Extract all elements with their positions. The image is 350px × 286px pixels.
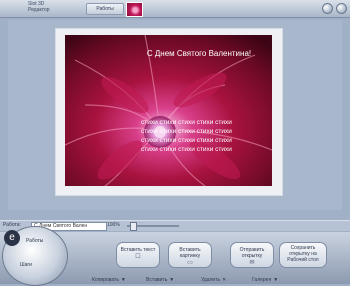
poem-line: стихи стихи стихи стихи стихи — [141, 137, 232, 144]
copy-menu[interactable]: Копировать ▼ — [92, 276, 126, 284]
top-bar: Slot 3D Редактор Работы — [0, 0, 350, 18]
save-to-desktop-button[interactable]: Сохранить открытку на Рабочий стол — [279, 242, 327, 268]
poem-line: стихи стихи стихи стихи стихи — [141, 128, 232, 135]
send-card-button[interactable]: Отправить открытку ✉ — [230, 242, 274, 268]
work-label: Работа: — [3, 222, 21, 228]
save-to-desktop-label: Сохранить открытку на Рабочий стол — [287, 245, 319, 263]
chevron-down-icon: ▼ — [169, 277, 175, 283]
paste-menu[interactable]: Вставить ▼ — [146, 276, 174, 284]
copy-menu-label: Копировать — [92, 277, 119, 283]
app-subtitle: Редактор — [28, 7, 50, 13]
image-icon: ▭ — [187, 260, 193, 266]
app-logo-icon[interactable]: e — [4, 230, 20, 246]
poem-line: стихи стихи стихи стихи стихи — [141, 146, 232, 153]
status-bar: Работа: С Днем Святого Вален 100% — [0, 220, 350, 231]
gallery-menu[interactable]: Галерея ▼ — [252, 276, 278, 284]
chevron-down-icon: ▼ — [273, 277, 279, 283]
card-title[interactable]: С Днем Святого Валентина! — [129, 49, 269, 58]
dial-label-steps[interactable]: Шаги — [20, 262, 32, 268]
paste-menu-label: Вставить — [146, 277, 168, 283]
card-frame: С Днем Святого Валентина! стихи стихи ст… — [55, 28, 283, 196]
chevron-down-icon: ▼ — [120, 277, 126, 283]
send-card-label: Отправить открытку — [239, 247, 265, 259]
text-icon: ☐ — [135, 254, 141, 260]
insert-text-button[interactable]: Вставить текст ☐ — [116, 242, 160, 268]
insert-text-label: Вставить текст — [120, 247, 156, 253]
card-poem[interactable]: стихи стихи стихи стихи стихи стихи стих… — [141, 118, 266, 154]
delete-menu[interactable]: Удалить ✕ — [201, 276, 226, 284]
dial-label-works[interactable]: Работы — [26, 238, 43, 244]
insert-image-button[interactable]: Вставить картинку ▭ — [168, 242, 212, 268]
postcard: С Днем Святого Валентина! стихи стихи ст… — [65, 35, 272, 186]
gallery-menu-label: Галерея — [252, 277, 272, 283]
delete-menu-label: Удалить — [201, 277, 221, 283]
insert-image-label: Вставить картинку — [179, 247, 201, 259]
close-button[interactable] — [336, 3, 347, 14]
close-icon: ✕ — [222, 277, 227, 283]
project-thumbnail[interactable] — [126, 2, 143, 17]
zoom-value: 100% — [107, 222, 120, 228]
minimize-button[interactable] — [322, 3, 333, 14]
envelope-icon: ✉ — [249, 260, 255, 266]
zoom-slider-handle[interactable] — [130, 222, 137, 231]
app-label: Slot 3D Редактор — [28, 1, 62, 13]
poem-line: стихи стихи стихи стихи стихи — [141, 119, 232, 126]
tab-works[interactable]: Работы — [86, 3, 124, 15]
